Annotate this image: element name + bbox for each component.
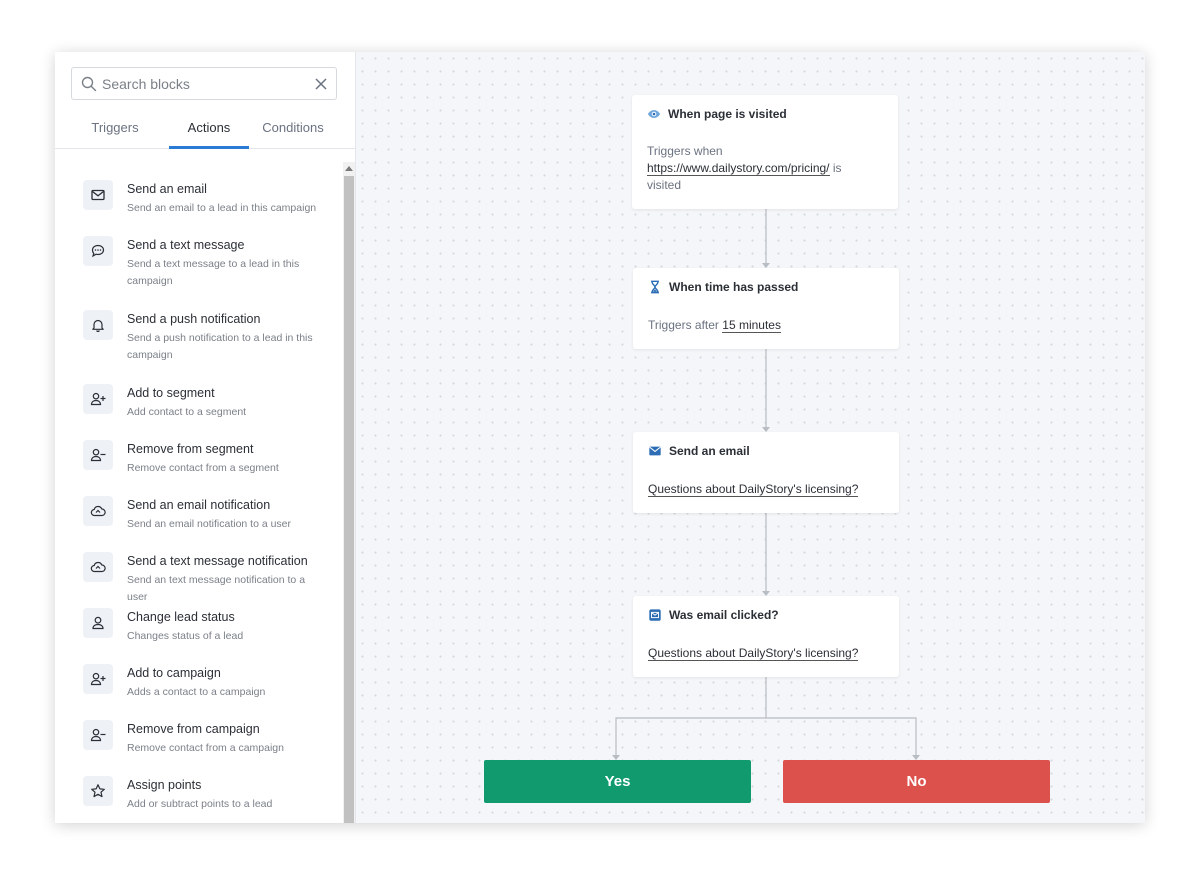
node-send-email[interactable]: Send an email Questions about DailyStory… — [633, 432, 899, 513]
action-title: Change lead status — [127, 610, 235, 624]
action-desc: Remove contact from a segment — [127, 462, 279, 474]
page-url-link[interactable]: https://www.dailystory.com/pricing/ — [647, 161, 830, 176]
action-desc: Changes status of a lead — [127, 630, 244, 642]
envelope-icon — [649, 446, 661, 456]
sidebar-scrollbar[interactable] — [343, 162, 355, 823]
node-text-before: Triggers after — [648, 318, 719, 332]
star-icon — [91, 784, 105, 798]
email-subject-link[interactable]: Questions about DailyStory's licensing? — [648, 646, 859, 661]
cloud-icon — [90, 505, 106, 517]
hourglass-icon — [651, 280, 659, 294]
scroll-up-arrow-icon[interactable] — [345, 166, 353, 171]
automation-window: Triggers Actions Conditions Send an emai… — [55, 52, 1145, 823]
action-desc: Add or subtract points to a lead — [127, 798, 273, 810]
bell-icon — [92, 319, 104, 333]
action-title: Send an email notification — [127, 498, 271, 512]
node-body: Questions about DailyStory's licensing? — [648, 645, 859, 662]
chat-bubble-icon — [91, 244, 105, 258]
duration-link[interactable]: 15 minutes — [722, 318, 781, 333]
email-clicked-icon — [649, 609, 661, 621]
tab-actions[interactable]: Actions — [169, 110, 249, 149]
search-icon — [81, 76, 97, 92]
node-body: Questions about DailyStory's licensing? — [648, 481, 859, 498]
tab-conditions[interactable]: Conditions — [253, 110, 333, 149]
node-text-before: Triggers when — [647, 144, 723, 158]
search-box[interactable] — [71, 67, 337, 100]
block-tabs: Triggers Actions Conditions — [55, 110, 355, 149]
node-title: When page is visited — [668, 107, 787, 121]
node-body: Triggers when https://www.dailystory.com… — [647, 143, 867, 194]
clear-search-icon[interactable] — [314, 77, 328, 91]
action-title: Send a text message notification — [127, 554, 308, 568]
action-title: Send a text message — [127, 238, 245, 252]
envelope-icon — [91, 189, 105, 201]
blocks-sidebar: Triggers Actions Conditions Send an emai… — [55, 52, 356, 823]
action-desc: Send an text message notification to a u… — [127, 574, 306, 603]
action-desc: Send an email to a lead in this campaign — [127, 202, 317, 214]
user-minus-icon — [90, 728, 106, 742]
action-title: Add to campaign — [127, 666, 221, 680]
node-page-visited[interactable]: When page is visited Triggers when https… — [632, 95, 898, 209]
workflow-canvas[interactable]: When page is visited Triggers when https… — [356, 52, 1145, 823]
node-title: Send an email — [669, 444, 750, 458]
search-input[interactable] — [102, 74, 307, 94]
scrollbar-thumb[interactable] — [344, 176, 354, 823]
action-desc: Send a push notification to a lead in th… — [127, 332, 313, 361]
user-plus-icon — [90, 392, 106, 406]
action-desc: Adds a contact to a campaign — [127, 686, 266, 698]
node-email-clicked[interactable]: Was email clicked? Questions about Daily… — [633, 596, 899, 677]
user-minus-icon — [90, 448, 106, 462]
eye-icon — [647, 110, 661, 118]
action-title: Send a push notification — [127, 312, 261, 326]
actions-list: Send an email Send an email to a lead in… — [55, 162, 343, 823]
action-desc: Send a text message to a lead in this ca… — [127, 258, 300, 287]
yes-branch-button[interactable]: Yes — [484, 760, 751, 803]
node-title: Was email clicked? — [669, 608, 779, 622]
action-title: Remove from segment — [127, 442, 254, 456]
node-title: When time has passed — [669, 280, 799, 294]
node-body: Triggers after 15 minutes — [648, 317, 781, 334]
action-desc: Add contact to a segment — [127, 406, 247, 418]
no-branch-button[interactable]: No — [783, 760, 1050, 803]
action-title: Add to segment — [127, 386, 215, 400]
tab-triggers[interactable]: Triggers — [75, 110, 155, 149]
action-desc: Remove contact from a campaign — [127, 742, 284, 754]
action-title: Send an email — [127, 182, 207, 196]
action-desc: Send an email notification to a user — [127, 518, 292, 530]
cloud-icon — [90, 561, 106, 573]
node-time-passed[interactable]: When time has passed Triggers after 15 m… — [633, 268, 899, 349]
action-title: Assign points — [127, 778, 202, 792]
user-plus-icon — [90, 672, 106, 686]
email-subject-link[interactable]: Questions about DailyStory's licensing? — [648, 482, 859, 497]
user-icon — [92, 616, 104, 630]
action-title: Remove from campaign — [127, 722, 260, 736]
